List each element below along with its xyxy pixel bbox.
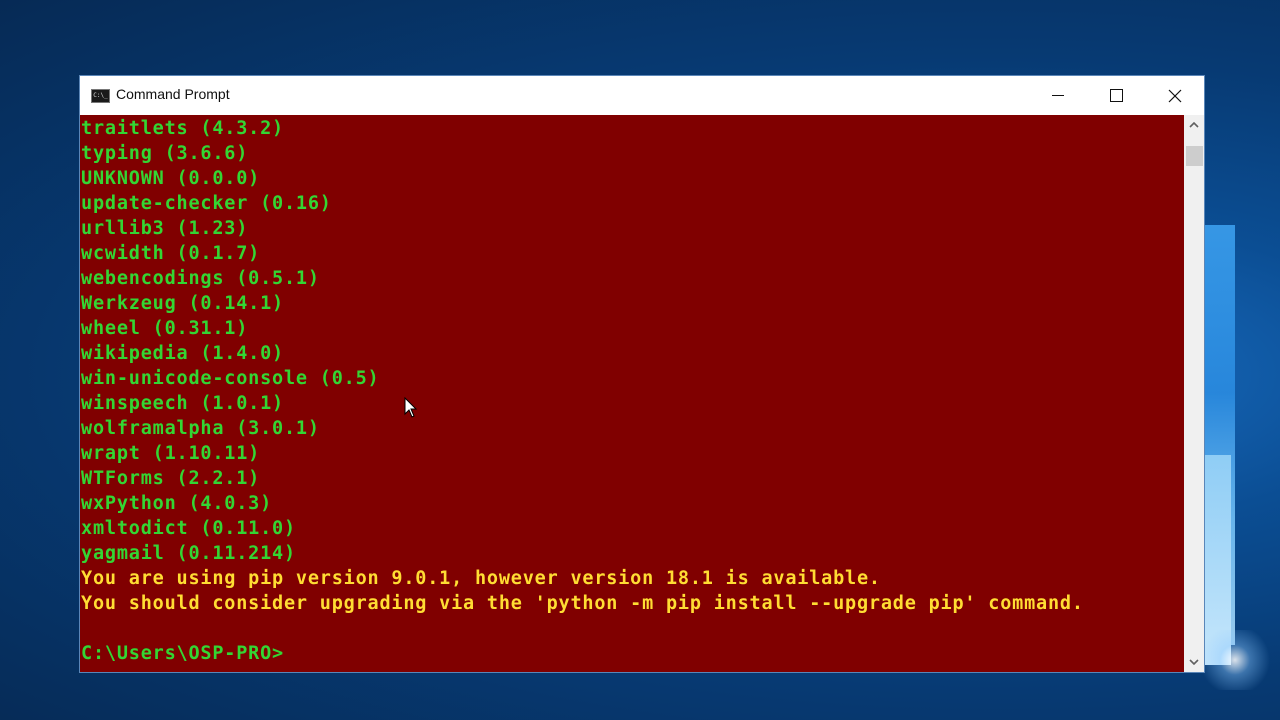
scroll-up-button[interactable] [1184, 115, 1204, 135]
package-line: wikipedia (1.4.0) [81, 343, 284, 364]
package-line: typing (3.6.6) [81, 143, 249, 164]
package-line: wheel (0.31.1) [81, 318, 249, 339]
package-line: xmltodict (0.11.0) [81, 518, 296, 539]
close-button[interactable] [1146, 76, 1204, 115]
package-line: wolframalpha (3.0.1) [81, 418, 320, 439]
chevron-down-icon [1189, 659, 1199, 665]
package-line: WTForms (2.2.1) [81, 468, 261, 489]
chevron-up-icon [1189, 122, 1199, 128]
cmd-app-icon[interactable]: C:\_ [91, 89, 110, 103]
package-line: Werkzeug (0.14.1) [81, 293, 284, 314]
window-title: Command Prompt [116, 86, 230, 102]
package-line: win-unicode-console (0.5) [81, 368, 380, 389]
command-prompt-window: C:\_ Command Prompt traitlets (4.3.2) ty… [79, 75, 1205, 673]
pip-upgrade-hint: You should consider upgrading via the 'p… [81, 593, 1084, 614]
console-output[interactable]: traitlets (4.3.2) typing (3.6.6) UNKNOWN… [80, 115, 1184, 672]
title-bar[interactable]: C:\_ Command Prompt [80, 76, 1204, 115]
scrollbar-thumb[interactable] [1186, 146, 1203, 166]
package-line: urllib3 (1.23) [81, 218, 249, 239]
vertical-scrollbar[interactable] [1184, 115, 1204, 672]
package-line: webencodings (0.5.1) [81, 268, 320, 289]
package-line: update-checker (0.16) [81, 193, 332, 214]
maximize-icon [1109, 89, 1123, 102]
scroll-down-button[interactable] [1184, 652, 1204, 672]
pip-version-warning: You are using pip version 9.0.1, however… [81, 568, 881, 589]
wallpaper-light-flare [1195, 630, 1275, 690]
minimize-icon [1052, 95, 1064, 96]
package-line: wrapt (1.10.11) [81, 443, 261, 464]
package-line: winspeech (1.0.1) [81, 393, 284, 414]
close-icon [1168, 89, 1182, 102]
package-line: yagmail (0.11.214) [81, 543, 296, 564]
maximize-button[interactable] [1087, 76, 1145, 115]
package-line: wcwidth (0.1.7) [81, 243, 261, 264]
package-line: wxPython (4.0.3) [81, 493, 273, 514]
minimize-button[interactable] [1029, 76, 1087, 115]
command-prompt-line[interactable]: C:\Users\OSP-PRO> [81, 641, 284, 666]
package-line: UNKNOWN (0.0.0) [81, 168, 261, 189]
package-line: traitlets (4.3.2) [81, 118, 284, 139]
